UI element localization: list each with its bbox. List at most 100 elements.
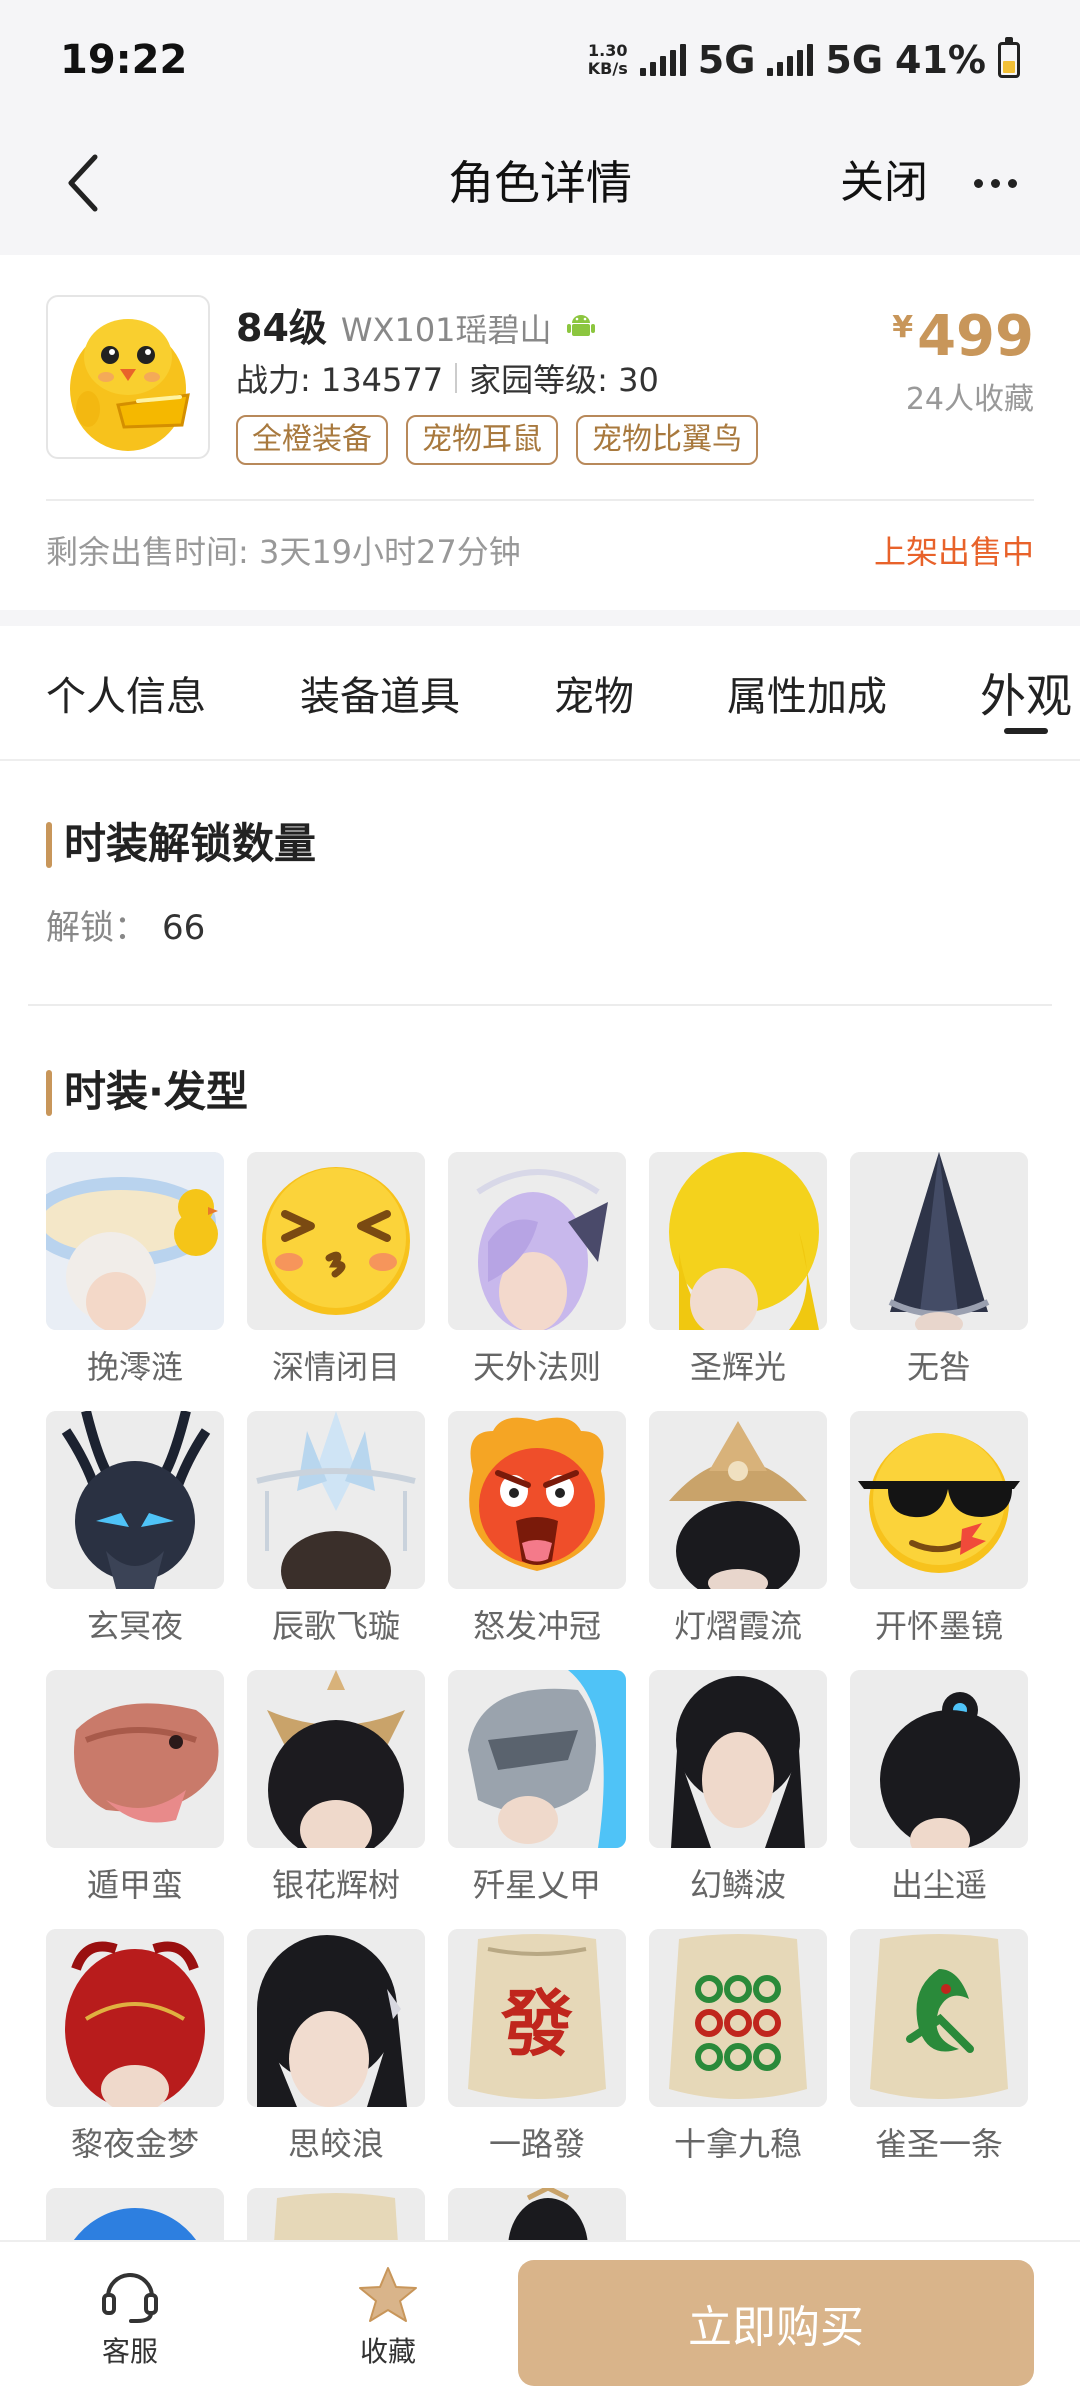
hairstyle-name: 歼星乂甲 [472,1866,601,1904]
price-value: 499 [917,304,1034,369]
hairstyle-item[interactable]: 雀圣一条 [850,1929,1028,2188]
favorite-label: 收藏 [359,2335,416,2368]
hairstyle-thumbnail [247,1411,425,1589]
star-icon [359,2267,417,2322]
mahjong-bird-bag-icon [850,1929,1028,2107]
hairstyle-name: 开怀墨镜 [874,1607,1003,1645]
character-server: WX101瑶碧山 [340,311,552,349]
hairstyle-name: 思皎浪 [287,2125,384,2163]
steel-helmet-icon [448,1670,626,1848]
hairstyle-name: 挽澪涟 [86,1348,183,1386]
hairstyle-item[interactable]: 思皎浪 [247,1929,425,2188]
sale-status: 上架出售中 [873,533,1034,571]
battery-percent: 41% [895,38,986,82]
hairstyle-item[interactable]: 幻鳞波 [649,1670,827,1929]
close-button[interactable]: 关闭 [840,148,928,218]
hairstyle-name: 十拿九稳 [673,2125,802,2163]
hairstyle-item[interactable]: 开怀墨镜 [850,1411,1028,1670]
hairstyle-item[interactable]: 怒发冲冠 [448,1411,626,1670]
signal-icon-2 [767,44,814,76]
status-time: 19:22 [60,37,188,83]
hairstyle-name: 天外法则 [472,1348,601,1386]
hairstyle-item[interactable]: 银花辉树 [247,1670,425,1929]
hairstyle-name: 黎夜金梦 [70,2125,199,2163]
svg-text:發: 發 [500,1982,573,2066]
crystal-crown-icon [247,1411,425,1589]
signal-icon [639,44,686,76]
character-card: 84级 WX101瑶碧山 战力: 134577 家园等级: 30 全橙装备 宠物… [0,255,1080,610]
favorite-button[interactable]: 收藏 [318,2264,458,2370]
network-type-2: 5G [825,38,884,82]
hairstyle-thumbnail [850,1929,1028,2107]
nav-bar: 角色详情 关闭 [0,120,1080,255]
hairstyle-name: 雀圣一条 [874,2125,1003,2163]
dark-hood-icon [850,1152,1028,1330]
mahjong-nine-dots-bag-icon [649,1929,827,2107]
sunglasses-emoji-icon [850,1411,1028,1589]
hairstyle-item[interactable]: 出尘遥 [850,1670,1028,1929]
unlock-label: 解锁： [46,908,148,948]
red-ornate-hair-icon [46,1929,224,2107]
hairstyle-item[interactable]: 十拿九稳 [649,1929,827,2188]
hairstyle-thumbnail [448,1411,626,1589]
android-icon [566,315,595,336]
tab-equipment[interactable]: 装备道具 [300,664,460,722]
section-gap [0,610,1080,626]
character-avatar[interactable] [46,295,210,459]
tag-item: 宠物耳鼠 [406,415,558,465]
hairstyle-thumbnail [46,1411,224,1589]
unlock-section-title: 时装解锁数量 [46,818,316,870]
tab-pets[interactable]: 宠物 [554,664,634,722]
tab-appearance[interactable]: 外观 [980,660,1072,726]
status-bar: 19:22 1.30 KB/s 5G 5G 41% [0,0,1080,120]
more-button[interactable] [960,148,1030,218]
divider [28,1004,1052,1006]
divider [46,499,1034,501]
hairstyle-thumbnail [649,1670,827,1848]
stat-divider [455,363,458,393]
character-header: 84级 WX101瑶碧山 [236,297,596,352]
hairstyle-item[interactable]: 挽澪涟 [46,1152,224,1411]
hairstyle-item[interactable]: 圣辉光 [649,1152,827,1411]
hairstyle-name: 出尘遥 [890,1866,987,1904]
unlock-count-row: 解锁： 66 [46,900,205,949]
buy-now-button[interactable]: 立即购买 [518,2260,1034,2386]
hairstyle-item[interactable]: 遁甲蛮 [46,1670,224,1929]
hairstyle-thumbnail [850,1670,1028,1848]
golden-headpiece-icon [649,1411,827,1589]
hairstyle-name: 玄冥夜 [86,1607,183,1645]
hairstyle-thumbnail [247,1670,425,1848]
hairstyle-item[interactable]: 天外法则 [448,1152,626,1411]
hairstyle-thumbnail: 發 [448,1929,626,2107]
hairstyle-name: 深情闭目 [271,1348,400,1386]
hairstyle-item[interactable]: 玄冥夜 [46,1411,224,1670]
tab-attributes[interactable]: 属性加成 [727,664,887,722]
hairstyle-item[interactable]: 黎夜金梦 [46,1929,224,2188]
network-speed: 1.30 KB/s [587,41,628,78]
tab-personal-info[interactable]: 个人信息 [46,664,206,722]
hairstyle-item[interactable]: 无咎 [850,1152,1028,1411]
hairstyle-item[interactable]: 辰歌飞璇 [247,1411,425,1670]
status-indicators: 1.30 KB/s 5G 5G 41% [587,37,1020,82]
hairstyle-item[interactable]: 發 一路發 [448,1929,626,2188]
golden-hair-icon [649,1152,827,1330]
hairstyle-thumbnail [649,1929,827,2107]
black-bob-hair-icon [247,1929,425,2107]
hairstyle-thumbnail [448,1670,626,1848]
price-box: ¥499 24人收藏 [892,295,1034,418]
hairstyle-item[interactable]: 歼星乂甲 [448,1670,626,1929]
hairstyle-thumbnail [850,1411,1028,1589]
hairstyle-name: 银花辉树 [271,1866,400,1904]
remaining-time: 剩余出售时间: 3天19小时27分钟 [46,533,521,571]
hairstyle-thumbnail [649,1411,827,1589]
hairstyle-item[interactable]: 灯熠霞流 [649,1411,827,1670]
hairstyle-thumbnail [46,1670,224,1848]
hairstyle-thumbnail [247,1152,425,1330]
angry-face-icon [448,1411,626,1589]
hairstyle-name: 一路發 [488,2125,585,2163]
customer-service-button[interactable]: 客服 [60,2264,200,2370]
hairstyle-thumbnail [649,1152,827,1330]
lizard-head-icon [46,1670,224,1848]
hair-section-title: 时装·发型 [46,1066,248,1118]
hairstyle-item[interactable]: 深情闭目 [247,1152,425,1411]
